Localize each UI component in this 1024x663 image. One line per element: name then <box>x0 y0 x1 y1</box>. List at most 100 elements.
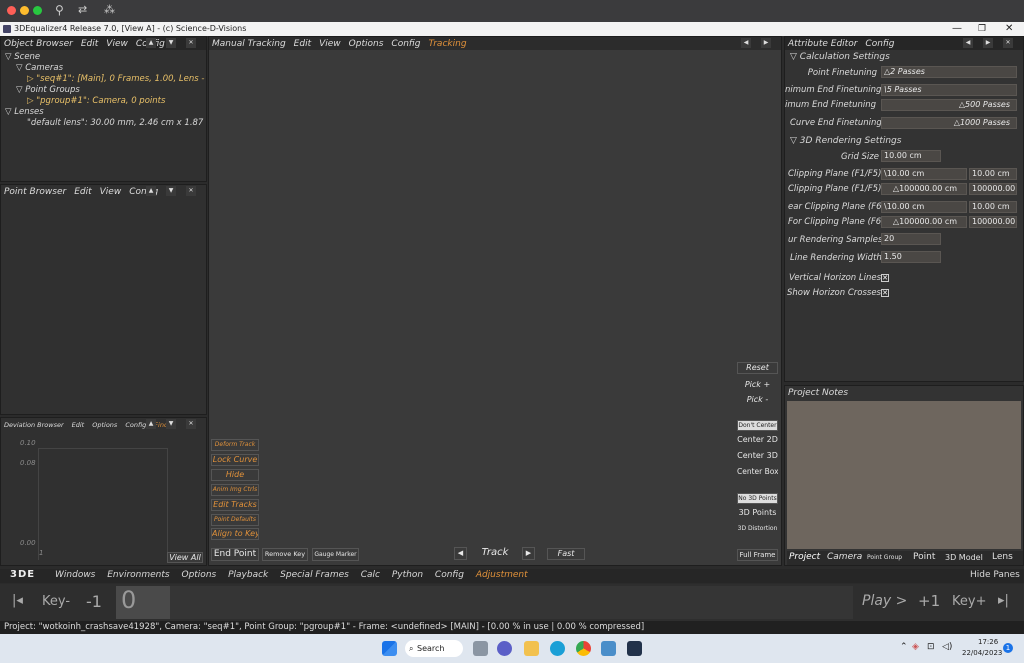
tree-cameras[interactable]: ▽ Cameras <box>5 63 205 73</box>
curve-end-finetuning-slider[interactable]: △1000 Passes <box>881 117 1017 129</box>
clip-near-f6-slider[interactable]: \10.00 cm <box>881 201 967 213</box>
vertical-horizon-checkbox[interactable]: ✕ <box>881 274 889 282</box>
zoom-dot-icon[interactable] <box>33 6 42 15</box>
3dequalizer-taskbar-icon[interactable] <box>627 641 642 656</box>
arrow-left-icon[interactable]: ◀ <box>963 38 973 48</box>
rendering-samples-field[interactable]: 20 <box>881 233 941 245</box>
minimize-icon[interactable]: — <box>952 22 962 36</box>
menu-windows[interactable]: Windows <box>55 570 95 580</box>
go-start-icon[interactable]: |◂ <box>12 593 23 608</box>
fast-button[interactable]: Fast <box>547 548 585 560</box>
clip-far-f6-slider[interactable]: △100000.00 cm <box>881 216 967 228</box>
hide-button[interactable]: Hide <box>211 469 259 481</box>
clip-far-f1-field[interactable]: 100000.00 c <box>969 183 1017 195</box>
point-browser-title[interactable]: Point Browser <box>4 187 66 197</box>
close-icon[interactable]: ✕ <box>186 419 196 429</box>
frame-minus-button[interactable]: -1 <box>86 592 102 611</box>
center-2d-button[interactable]: Center 2D <box>737 435 778 447</box>
menu-edit[interactable]: Edit <box>72 421 85 429</box>
tray-app-icon[interactable]: ◈ <box>912 642 919 652</box>
point-defaults-button[interactable]: Point Defaults <box>211 514 259 526</box>
lock-curve-button[interactable]: Lock Curve <box>211 454 259 466</box>
task-view-icon[interactable] <box>473 641 488 656</box>
expand-triangle-icon[interactable]: ▽ <box>16 85 25 95</box>
close-dot-icon[interactable] <box>7 6 16 15</box>
menu-view[interactable]: View <box>100 187 122 197</box>
line-width-field[interactable]: 1.50 <box>881 251 941 263</box>
menu-environments[interactable]: Environments <box>107 570 169 580</box>
file-explorer-icon[interactable] <box>524 641 539 656</box>
show-horizon-checkbox[interactable]: ✕ <box>881 289 889 297</box>
menu-options[interactable]: Options <box>92 421 117 429</box>
menu-config[interactable]: Config <box>125 421 146 429</box>
gauge-marker-button[interactable]: Gauge Marker <box>312 548 359 561</box>
menu-options[interactable]: Options <box>349 39 384 49</box>
menu-config[interactable]: Config <box>865 39 894 49</box>
manual-tracking-title[interactable]: Manual Tracking <box>212 39 286 49</box>
object-browser-title[interactable]: Object Browser <box>4 39 73 49</box>
chrome-icon[interactable] <box>576 641 591 656</box>
plug-icon[interactable]: ⚲ <box>55 3 64 17</box>
arrow-up-icon[interactable]: ▲ <box>146 419 156 429</box>
taskbar-date[interactable]: 22/04/2023 <box>962 649 1002 657</box>
align-to-key-button[interactable]: Align to Key <box>211 528 259 540</box>
play-button[interactable]: Play > <box>862 593 907 609</box>
arrow-down-icon[interactable]: ▼ <box>166 186 176 196</box>
expand-triangle-icon[interactable]: ▽ <box>5 107 14 117</box>
tab-3d-model[interactable]: 3D Model <box>945 553 983 562</box>
3d-distortion-button[interactable]: 3D Distortion <box>737 524 778 536</box>
render-section-header[interactable]: ▽ 3D Rendering Settings <box>790 136 901 146</box>
edit-tracks-button[interactable]: Edit Tracks <box>211 499 259 511</box>
expand-triangle-icon[interactable]: ▽ <box>5 52 14 62</box>
notes-textarea[interactable] <box>787 401 1021 549</box>
track-forward-icon[interactable]: ▶ <box>522 547 535 560</box>
pick-minus-button[interactable]: Pick - <box>737 395 778 407</box>
arrow-left-icon[interactable]: ◀ <box>741 38 751 48</box>
menu-edit[interactable]: Edit <box>81 39 98 49</box>
arrow-up-icon[interactable]: ▲ <box>146 186 156 196</box>
tab-point[interactable]: Point <box>913 552 935 562</box>
tree-point-groups[interactable]: ▽ Point Groups <box>5 85 205 95</box>
track-button[interactable]: Track <box>471 547 519 560</box>
menu-special-frames[interactable]: Special Frames <box>280 570 349 580</box>
tree-lens-item[interactable]: "default lens": 30.00 mm, 2.46 cm x 1.87… <box>5 118 205 128</box>
menu-config[interactable]: Config <box>391 39 420 49</box>
clip-near-f1-slider[interactable]: \10.00 cm <box>881 168 967 180</box>
menu-edit[interactable]: Edit <box>74 187 91 197</box>
edge-icon[interactable] <box>550 641 565 656</box>
deform-track-button[interactable]: Deform Track <box>211 439 259 451</box>
menu-view[interactable]: View <box>106 39 128 49</box>
expand-triangle-icon[interactable]: ▽ <box>790 52 800 62</box>
max-end-finetuning-slider[interactable]: △500 Passes <box>881 99 1017 111</box>
menu-view[interactable]: View <box>319 39 341 49</box>
arrow-down-icon[interactable]: ▼ <box>166 38 176 48</box>
key-next-button[interactable]: Key+ <box>952 594 986 609</box>
end-point-button[interactable]: End Point <box>211 548 259 561</box>
minimize-dot-icon[interactable] <box>20 6 29 15</box>
tree-scene[interactable]: ▽ Scene <box>5 52 205 62</box>
clip-far-f6-field[interactable]: 100000.00 c <box>969 216 1017 228</box>
center-3d-button[interactable]: Center 3D <box>737 451 778 463</box>
notification-icon[interactable]: 1 <box>1003 643 1013 653</box>
attribute-editor-title[interactable]: Attribute Editor <box>788 39 857 49</box>
network-icon[interactable]: ⊡ <box>927 642 935 652</box>
tree-camera-item[interactable]: ▷ "seq#1": [Main], 0 Frames, 1.00, Lens … <box>5 74 205 84</box>
view-all-button[interactable]: View All <box>167 552 203 563</box>
arrow-up-icon[interactable]: ▲ <box>146 38 156 48</box>
volume-icon[interactable]: ◁) <box>942 642 952 652</box>
usb-icon[interactable]: ⇄ <box>78 3 87 16</box>
track-backward-icon[interactable]: ◀ <box>454 547 467 560</box>
collapsed-triangle-icon[interactable]: ▷ <box>27 74 36 84</box>
full-frame-button[interactable]: Full Frame <box>737 549 778 561</box>
menu-playback[interactable]: Playback <box>228 570 268 580</box>
frame-field[interactable]: 0 <box>116 586 170 619</box>
menu-python[interactable]: Python <box>392 570 423 580</box>
app-icon[interactable] <box>601 641 616 656</box>
taskbar-time[interactable]: 17:26 <box>978 638 998 646</box>
hide-panes-button[interactable]: Hide Panes <box>970 570 1020 580</box>
dont-center-button[interactable]: Don't Center <box>737 420 778 431</box>
min-end-finetuning-slider[interactable]: \5 Passes <box>881 84 1017 96</box>
deviation-graph-area[interactable] <box>38 448 168 560</box>
timeline-scrubber[interactable] <box>170 586 853 619</box>
viewport[interactable]: Manual Tracking Edit View Options Config… <box>208 36 782 566</box>
